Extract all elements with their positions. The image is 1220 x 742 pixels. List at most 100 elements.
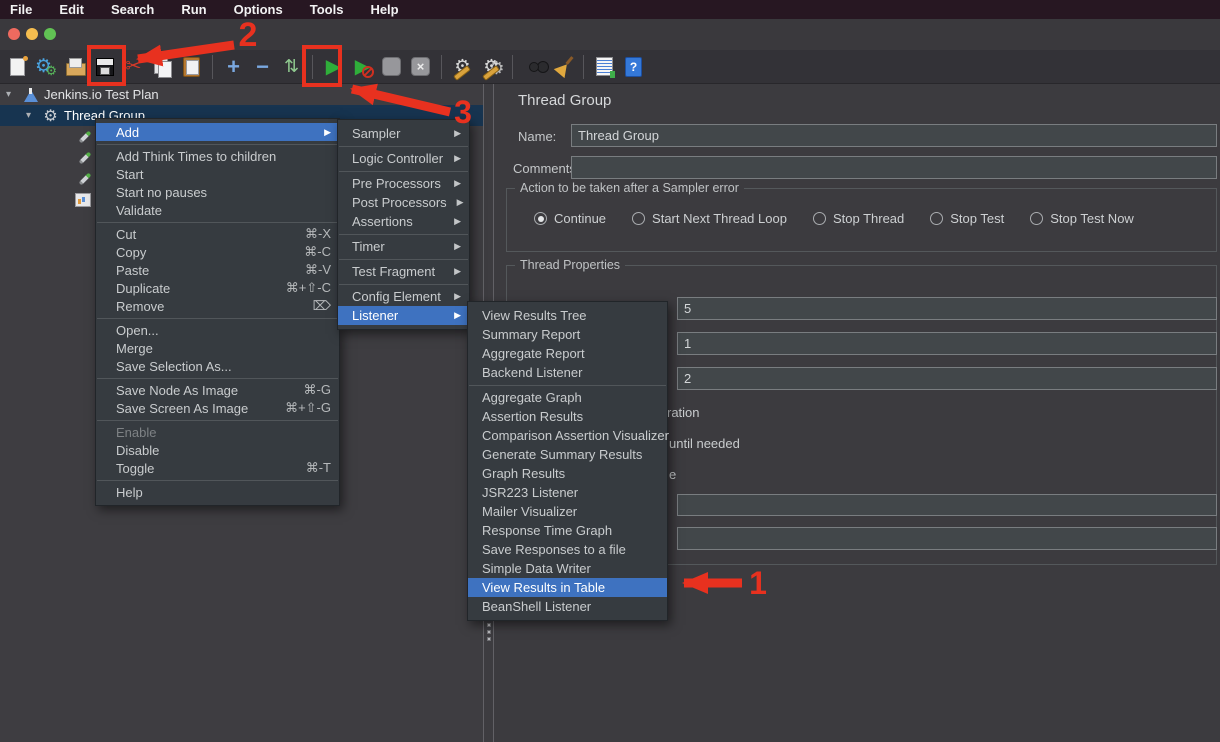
listener-item-beanshell-listener[interactable]: BeanShell Listener bbox=[468, 597, 667, 616]
submenu-item-post-processors[interactable]: Post Processors ▶ bbox=[338, 193, 469, 212]
submenu-arrow-icon: ▶ bbox=[457, 197, 464, 208]
listener-item-mailer-visualizer[interactable]: Mailer Visualizer bbox=[468, 502, 667, 521]
comments-field[interactable] bbox=[571, 156, 1217, 179]
menu-item-save-selection-as[interactable]: Save Selection As... ▶ bbox=[96, 357, 339, 375]
menu-item-copy[interactable]: Copy ⌘-C ▶ bbox=[96, 243, 339, 261]
menu-item-paste[interactable]: Paste ⌘-V ▶ bbox=[96, 261, 339, 279]
paste-icon[interactable] bbox=[179, 54, 204, 80]
submenu-item-assertions[interactable]: Assertions ▶ bbox=[338, 212, 469, 231]
loop-count-field[interactable] bbox=[677, 367, 1217, 390]
menu-item-add[interactable]: Add ▶ bbox=[96, 123, 339, 141]
radio-start-next-thread-loop[interactable]: Start Next Thread Loop bbox=[632, 211, 787, 226]
submenu-item-sampler[interactable]: Sampler ▶ bbox=[338, 124, 469, 143]
number-of-threads-field[interactable] bbox=[677, 297, 1217, 320]
cut-icon[interactable] bbox=[121, 54, 146, 80]
stop-icon[interactable] bbox=[379, 54, 404, 80]
split-divider-grip[interactable] bbox=[484, 619, 493, 645]
listener-item-assertion-results[interactable]: Assertion Results bbox=[468, 407, 667, 426]
submenu-item-pre-processors[interactable]: Pre Processors ▶ bbox=[338, 174, 469, 193]
copy-icon[interactable] bbox=[150, 54, 175, 80]
menu-item-save-screen-as-image[interactable]: Save Screen As Image ⌘+⇧-G ▶ bbox=[96, 399, 339, 417]
clear-all-icon[interactable] bbox=[479, 54, 504, 80]
listener-item-aggregate-graph[interactable]: Aggregate Graph bbox=[468, 388, 667, 407]
menu-item-open[interactable]: Open... ▶ bbox=[96, 321, 339, 339]
submenu-arrow-icon: ▶ bbox=[454, 178, 461, 189]
collapse-all-icon[interactable] bbox=[250, 54, 275, 80]
menu-item-help[interactable]: Help ▶ bbox=[96, 483, 339, 501]
shortcut-label: ⌘+⇧-C bbox=[286, 280, 331, 296]
shortcut-label: ⌘-C bbox=[304, 244, 331, 260]
expander-icon[interactable]: ▾ bbox=[6, 89, 22, 100]
minimize-button[interactable] bbox=[26, 28, 38, 40]
close-button[interactable] bbox=[8, 28, 20, 40]
submenu-item-test-fragment[interactable]: Test Fragment ▶ bbox=[338, 262, 469, 281]
menubar-item-edit[interactable]: Edit bbox=[59, 2, 84, 17]
help-icon[interactable] bbox=[621, 54, 646, 80]
menubar-item-options[interactable]: Options bbox=[234, 2, 283, 17]
expand-all-icon[interactable] bbox=[221, 54, 246, 80]
listener-item-view-results-tree[interactable]: View Results Tree bbox=[468, 306, 667, 325]
menu-item-add-think-times-to-children[interactable]: Add Think Times to children ▶ bbox=[96, 147, 339, 165]
listener-item-save-responses-to-a-file[interactable]: Save Responses to a file bbox=[468, 540, 667, 559]
clear-icon[interactable] bbox=[450, 54, 475, 80]
listener-item-generate-summary-results[interactable]: Generate Summary Results bbox=[468, 445, 667, 464]
menubar-item-search[interactable]: Search bbox=[111, 2, 154, 17]
radio-stop-test-now[interactable]: Stop Test Now bbox=[1030, 211, 1134, 226]
duration-field[interactable] bbox=[677, 494, 1217, 516]
menu-item-start[interactable]: Start ▶ bbox=[96, 165, 339, 183]
shutdown-icon[interactable] bbox=[408, 54, 433, 80]
thread-properties-label: Thread Properties bbox=[515, 258, 625, 272]
start-no-pauses-icon[interactable] bbox=[350, 54, 375, 80]
listener-item-backend-listener[interactable]: Backend Listener bbox=[468, 363, 667, 382]
listener-item-simple-data-writer[interactable]: Simple Data Writer bbox=[468, 559, 667, 578]
menu-item-enable[interactable]: Enable ▶ bbox=[96, 423, 339, 441]
reset-search-icon[interactable] bbox=[550, 54, 575, 80]
listener-item-summary-report[interactable]: Summary Report bbox=[468, 325, 667, 344]
listener-item-aggregate-report[interactable]: Aggregate Report bbox=[468, 344, 667, 363]
start-icon[interactable] bbox=[321, 54, 346, 80]
zoom-button[interactable] bbox=[44, 28, 56, 40]
menu-item-start-no-pauses[interactable]: Start no pauses ▶ bbox=[96, 183, 339, 201]
ramp-up-period-field[interactable] bbox=[677, 332, 1217, 355]
menu-item-merge[interactable]: Merge ▶ bbox=[96, 339, 339, 357]
menubar-item-help[interactable]: Help bbox=[370, 2, 398, 17]
shortcut-label: ⌘-V bbox=[305, 262, 331, 278]
radio-stop-thread[interactable]: Stop Thread bbox=[813, 211, 904, 226]
name-field[interactable] bbox=[571, 124, 1217, 147]
menu-item-cut[interactable]: Cut ⌘-X ▶ bbox=[96, 225, 339, 243]
submenu-item-timer[interactable]: Timer ▶ bbox=[338, 237, 469, 256]
radio-icon bbox=[534, 212, 547, 225]
startup-delay-field[interactable] bbox=[677, 527, 1217, 550]
submenu-item-logic-controller[interactable]: Logic Controller ▶ bbox=[338, 149, 469, 168]
listener-item-jsr223-listener[interactable]: JSR223 Listener bbox=[468, 483, 667, 502]
menu-item-validate[interactable]: Validate ▶ bbox=[96, 201, 339, 219]
menu-item-toggle[interactable]: Toggle ⌘-T ▶ bbox=[96, 459, 339, 477]
comments-label: Comments: bbox=[513, 161, 579, 176]
submenu-item-config-element[interactable]: Config Element ▶ bbox=[338, 287, 469, 306]
sampler-error-options: Continue Start Next Thread Loop Stop Thr… bbox=[534, 211, 1134, 226]
radio-continue[interactable]: Continue bbox=[534, 211, 606, 226]
menu-item-duplicate[interactable]: Duplicate ⌘+⇧-C ▶ bbox=[96, 279, 339, 297]
listener-item-comparison-assertion-visualizer[interactable]: Comparison Assertion Visualizer bbox=[468, 426, 667, 445]
tree-node-jenkins-io-test-plan[interactable]: ▾ Jenkins.io Test Plan bbox=[0, 84, 483, 105]
templates-icon[interactable] bbox=[34, 54, 59, 80]
open-file-icon[interactable] bbox=[63, 54, 88, 80]
listener-item-response-time-graph[interactable]: Response Time Graph bbox=[468, 521, 667, 540]
listener-item-graph-results[interactable]: Graph Results bbox=[468, 464, 667, 483]
shortcut-label: ⌦ bbox=[313, 298, 331, 314]
expander-icon[interactable]: ▾ bbox=[26, 110, 42, 121]
radio-stop-test[interactable]: Stop Test bbox=[930, 211, 1004, 226]
menubar-item-tools[interactable]: Tools bbox=[310, 2, 344, 17]
toggle-icon[interactable] bbox=[279, 54, 304, 80]
new-test-plan-icon[interactable] bbox=[5, 54, 30, 80]
submenu-item-listener[interactable]: Listener ▶ bbox=[338, 306, 469, 325]
menu-item-save-node-as-image[interactable]: Save Node As Image ⌘-G ▶ bbox=[96, 381, 339, 399]
listener-item-view-results-in-table[interactable]: View Results in Table bbox=[468, 578, 667, 597]
save-icon[interactable] bbox=[92, 54, 117, 80]
function-helper-icon[interactable] bbox=[592, 54, 617, 80]
search-icon[interactable] bbox=[521, 54, 546, 80]
menubar-item-run[interactable]: Run bbox=[181, 2, 206, 17]
menu-item-remove[interactable]: Remove ⌦ ▶ bbox=[96, 297, 339, 315]
menubar-item-file[interactable]: File bbox=[10, 2, 32, 17]
menu-item-disable[interactable]: Disable ▶ bbox=[96, 441, 339, 459]
